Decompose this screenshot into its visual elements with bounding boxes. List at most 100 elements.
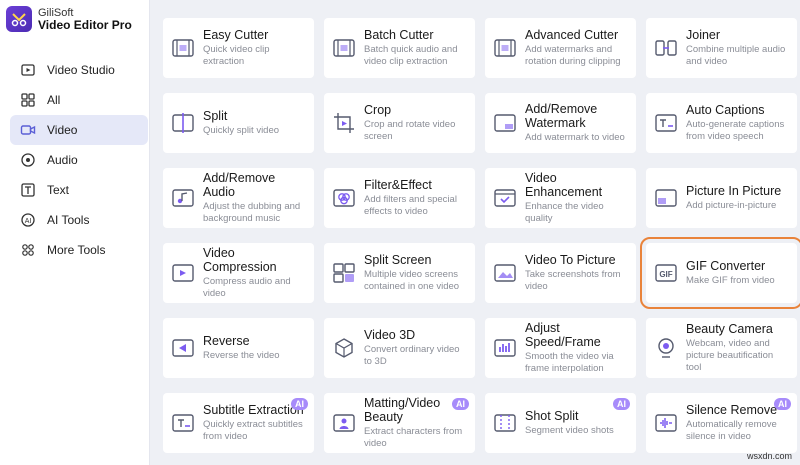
shot-split-icon [493, 411, 517, 435]
tool-description: Reverse the video [203, 350, 280, 361]
speed-icon [493, 336, 517, 360]
tool-card-video-3d[interactable]: Video 3D Convert ordinary video to 3D [324, 318, 475, 378]
tool-description: Multiple video screens contained in one … [364, 269, 460, 292]
sidebar-item-video-studio[interactable]: Video Studio [10, 55, 148, 85]
picture-icon [493, 261, 517, 285]
tool-grid: Easy Cutter Quick video clip extraction Ba… [163, 18, 800, 453]
svg-text:AI: AI [25, 218, 32, 225]
sidebar-item-ai-tools[interactable]: AI AI Tools [10, 205, 148, 235]
tool-description: Make GIF from video [686, 275, 775, 286]
cube-icon [332, 336, 356, 360]
tool-title: Adjust Speed/Frame [525, 321, 601, 349]
gif-icon: GIF [654, 261, 678, 285]
tool-description: Quick video clip extraction [203, 44, 270, 67]
film-icon [493, 36, 517, 60]
grid-icon [20, 92, 36, 108]
tool-card-batch-cutter[interactable]: Batch Cutter Batch quick audio and video … [324, 18, 475, 78]
sidebar-item-label: Text [47, 183, 70, 197]
tool-card-picture-in-picture[interactable]: Picture In Picture Add picture-in-picture [646, 168, 797, 228]
film-icon [171, 36, 195, 60]
split-screen-icon [332, 261, 356, 285]
tool-description: Extract characters from video [364, 426, 463, 449]
reverse-icon [171, 336, 195, 360]
sidebar-nav: Video Studio All Video Audio Text AI AI Tools M… [10, 55, 148, 265]
sidebar-item-label: Video Studio [47, 63, 115, 77]
subtitle-icon [171, 411, 195, 435]
tool-description: Segment video shots [525, 425, 614, 436]
tool-title: Split [203, 109, 228, 123]
tool-title: Reverse [203, 334, 250, 348]
tool-title: Video Compression [203, 246, 277, 274]
sidebar-item-audio[interactable]: Audio [10, 145, 148, 175]
tool-description: Add filters and special effects to video [364, 194, 457, 217]
brand-product: Video Editor Pro [38, 18, 132, 32]
tool-title: Video 3D [364, 328, 416, 342]
ai-badge: AI [613, 398, 630, 410]
camera-icon [654, 336, 678, 360]
pip-icon [654, 186, 678, 210]
tool-card-matting-video-beauty[interactable]: Matting/Video Beauty Extract characters f… [324, 393, 475, 453]
matting-icon [332, 411, 356, 435]
tool-card-gif-converter[interactable]: GIF GIF Converter Make GIF from video [640, 237, 800, 309]
tool-title: Add/Remove Watermark [525, 102, 598, 130]
video-studio-icon [20, 62, 36, 78]
tool-title: Joiner [686, 28, 721, 42]
sidebar-item-text[interactable]: Text [10, 175, 148, 205]
tool-title: Split Screen [364, 253, 432, 267]
tool-card-reverse[interactable]: Reverse Reverse the video [163, 318, 314, 378]
tool-card-video-enhancement[interactable]: Video Enhancement Enhance the video quali… [485, 168, 636, 228]
tool-card-subtitle-extraction[interactable]: Subtitle Extraction Quickly extract subti… [163, 393, 314, 453]
tool-card-advanced-cutter[interactable]: Advanced Cutter Add watermarks and rotati… [485, 18, 636, 78]
silence-icon [654, 411, 678, 435]
sidebar-item-more-tools[interactable]: More Tools [10, 235, 148, 265]
sidebar: GiliSoft Video Editor Pro Video Studio Al… [0, 0, 150, 465]
tool-card-silence-remove[interactable]: Silence Remove Automatically remove silen… [646, 393, 797, 453]
joiner-icon [654, 36, 678, 60]
tool-card-add-remove-watermark[interactable]: Add/Remove Watermark Add watermark to vid… [485, 93, 636, 153]
more-tools-icon [20, 242, 36, 258]
tool-card-adjust-speed-frame[interactable]: Adjust Speed/Frame Smooth the video via f… [485, 318, 636, 378]
tool-card-add-remove-audio[interactable]: Add/Remove Audio Adjust the dubbing and b… [163, 168, 314, 228]
tool-card-crop[interactable]: Crop Crop and rotate video screen [324, 93, 475, 153]
tool-description: Add picture-in-picture [686, 200, 777, 211]
tool-card-filter-effect[interactable]: Filter&Effect Add filters and special eff… [324, 168, 475, 228]
tool-description: Automatically remove silence in video [686, 419, 777, 442]
tool-title: Crop [364, 103, 392, 117]
watermark-icon [493, 111, 517, 135]
tool-title: GIF Converter [686, 259, 766, 273]
tool-card-auto-captions[interactable]: Auto Captions Auto-generate captions from… [646, 93, 797, 153]
film-icon [332, 36, 356, 60]
app-brand: GiliSoft Video Editor Pro [6, 6, 132, 32]
sidebar-item-label: AI Tools [47, 213, 90, 227]
tool-card-split-screen[interactable]: Split Screen Multiple video screens conta… [324, 243, 475, 303]
crop-icon [332, 111, 356, 135]
tool-card-video-to-picture[interactable]: Video To Picture Take screenshots from vi… [485, 243, 636, 303]
tool-title: Shot Split [525, 409, 579, 423]
tool-description: Enhance the video quality [525, 201, 604, 224]
tool-card-shot-split[interactable]: Shot Split Segment video shots AI [485, 393, 636, 453]
tool-card-joiner[interactable]: Joiner Combine multiple audio and video [646, 18, 797, 78]
tool-card-video-compression[interactable]: Video Compression Compress audio and vide… [163, 243, 314, 303]
tool-title: Advanced Cutter [525, 28, 619, 42]
text-icon [20, 182, 36, 198]
ai-badge: AI [774, 398, 791, 410]
compress-icon [171, 261, 195, 285]
split-icon [171, 111, 195, 135]
tool-title: Easy Cutter [203, 28, 269, 42]
svg-text:GIF: GIF [659, 270, 672, 279]
sidebar-item-video[interactable]: Video [10, 115, 148, 145]
tool-description: Convert ordinary video to 3D [364, 344, 460, 367]
sidebar-item-label: Video [47, 123, 78, 137]
tool-card-beauty-camera[interactable]: Beauty Camera Webcam, video and picture b… [646, 318, 797, 378]
captions-icon [654, 111, 678, 135]
watermark-text: wsxdn.com [746, 451, 792, 461]
tool-description: Quickly extract subtitles from video [203, 419, 303, 442]
tool-title: Picture In Picture [686, 184, 782, 198]
tool-card-easy-cutter[interactable]: Easy Cutter Quick video clip extraction [163, 18, 314, 78]
tool-description: Add watermark to video [525, 132, 625, 143]
ai-badge: AI [291, 398, 308, 410]
audio-music-icon [171, 186, 195, 210]
tool-card-split[interactable]: Split Quickly split video [163, 93, 314, 153]
sidebar-item-all[interactable]: All [10, 85, 148, 115]
audio-icon [20, 152, 36, 168]
